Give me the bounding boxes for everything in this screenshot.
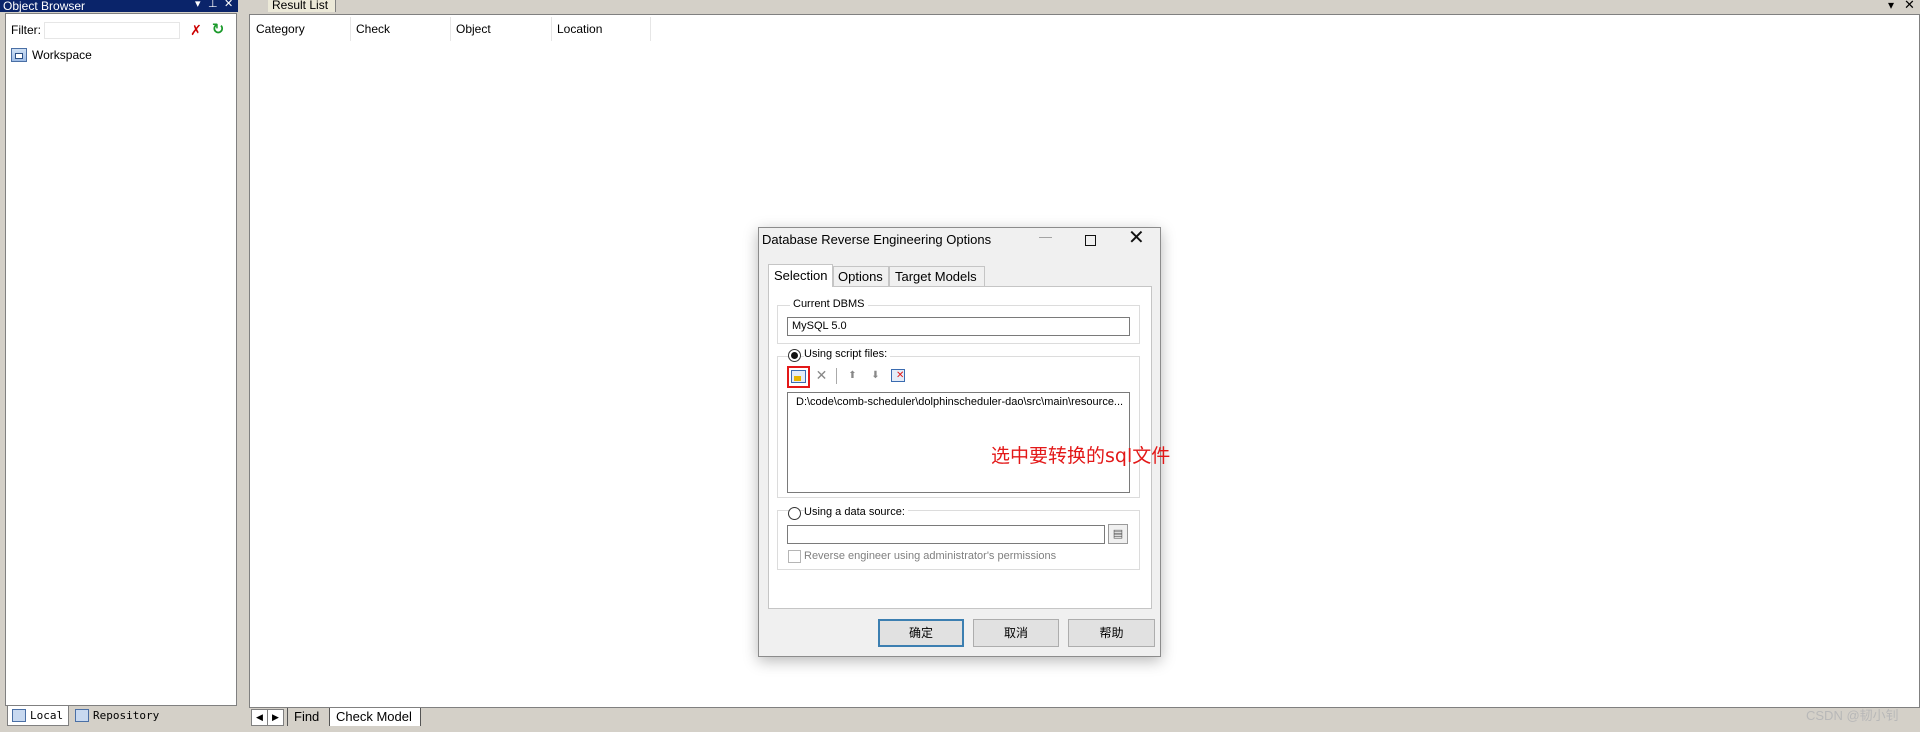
chevron-down-icon[interactable]: ▾ [1888,0,1894,12]
script-files-label[interactable]: Using script files: [804,348,891,360]
tab-repository[interactable]: Repository [71,706,171,726]
current-dbms-label: Current DBMS [790,298,868,310]
data-source-label[interactable]: Using a data source: [804,506,908,518]
close-icon[interactable]: ✕ [1904,0,1915,13]
tab-check-model[interactable]: Check Model [329,708,421,726]
scroll-right-icon[interactable]: ▶ [267,709,284,726]
move-down-icon[interactable]: ⬇ [867,367,884,384]
dialog-title: Database Reverse Engineering Options [762,232,992,247]
close-icon[interactable]: ✕ [224,0,233,10]
tab-options[interactable]: Options [833,266,889,286]
column-header-object[interactable]: Object [451,17,552,41]
repository-icon [75,709,89,722]
tab-repository-label: Repository [93,709,160,722]
minimize-icon[interactable]: — [1039,229,1052,244]
list-item[interactable]: D:\code\comb-scheduler\dolphinscheduler-… [796,396,1124,408]
workspace-icon [11,48,27,62]
column-header-check[interactable]: Check [351,17,451,41]
column-header-location[interactable]: Location [552,17,651,41]
column-header-category[interactable]: Category [251,17,351,41]
data-source-field[interactable] [787,525,1105,544]
chevron-down-icon[interactable]: ▾ [195,0,201,10]
close-icon[interactable]: ✕ [1128,228,1145,248]
current-dbms-field: MySQL 5.0 [787,317,1130,336]
tab-find[interactable]: Find [287,708,327,726]
toolbar-separator [836,368,837,384]
tab-local[interactable]: Local [7,706,69,726]
filter-input[interactable] [44,22,180,39]
result-list-tab[interactable]: Result List [268,0,336,12]
pin-icon[interactable]: ⊥ [208,0,218,10]
tab-target-models[interactable]: Target Models [889,266,985,286]
filter-label: Filter: [11,23,41,37]
result-list-tabs: ◀ ▶ Find Check Model [249,708,1920,726]
script-files-radio[interactable] [788,349,801,362]
object-browser-title: Object Browser [3,0,86,12]
annotation-text: 选中要转换的sql文件 [991,445,1171,467]
admin-permissions-label: Reverse engineer using administrator's p… [804,550,1057,562]
add-files-icon[interactable] [791,370,806,383]
ok-button[interactable]: 确定 [878,619,964,647]
help-button[interactable]: 帮助 [1068,619,1155,647]
move-up-icon[interactable]: ⬆ [844,367,861,384]
cancel-button[interactable]: 取消 [973,619,1059,647]
admin-permissions-checkbox[interactable] [788,550,801,563]
browse-data-source-icon[interactable]: ▤ [1108,524,1128,544]
local-icon [12,709,26,722]
tab-local-label: Local [30,709,64,722]
tree-item-workspace[interactable]: Workspace [32,48,92,62]
object-browser-tabs: Local Repository [5,706,237,726]
object-browser-panel [5,13,237,706]
data-source-radio[interactable] [788,507,801,520]
tab-selection[interactable]: Selection [768,264,833,287]
clear-list-icon[interactable] [891,369,905,382]
scroll-left-icon[interactable]: ◀ [251,709,268,726]
refresh-icon[interactable]: ↻ [210,22,226,38]
clear-filter-icon[interactable]: ✗ [188,22,204,38]
delete-icon[interactable]: ✕ [813,367,830,384]
maximize-icon[interactable] [1085,235,1096,246]
object-browser-title-bar: Object Browser ▾ ⊥ ✕ [0,0,238,12]
watermark: CSDN @韧小钊 [1806,708,1899,723]
